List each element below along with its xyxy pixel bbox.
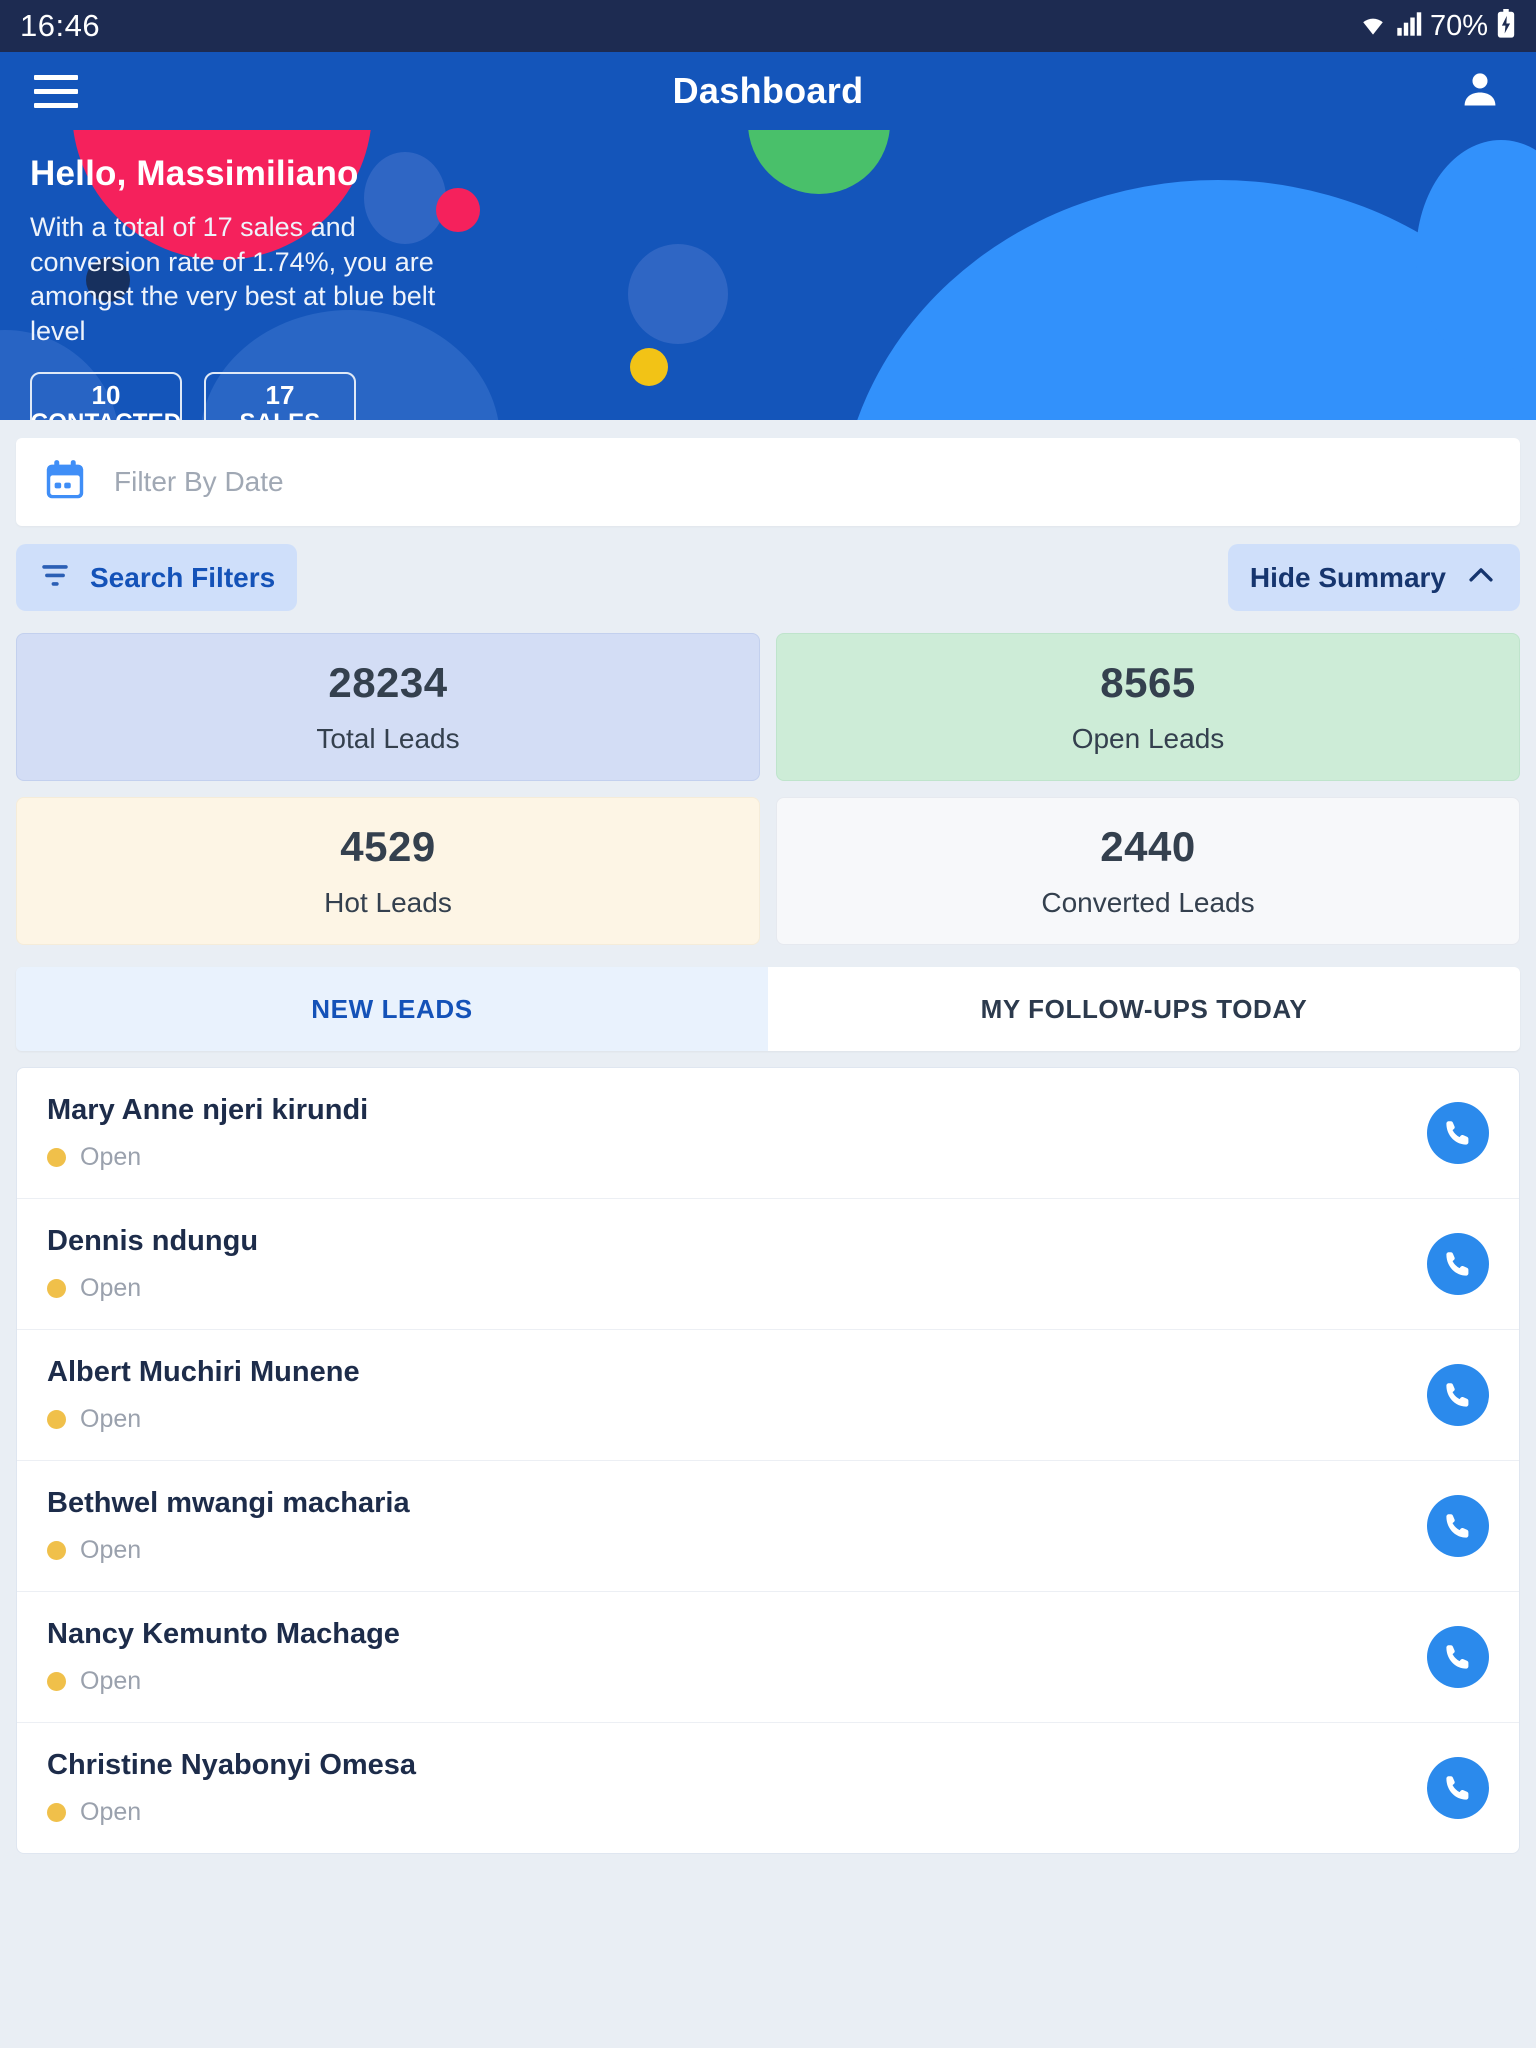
lead-status-text: Open [80,1274,142,1302]
summary-card-value: 28234 [328,659,448,706]
summary-card-hot-leads[interactable]: 4529 Hot Leads [16,797,760,945]
lead-info: Mary Anne njeri kirundi Open [47,1094,368,1172]
stat-pill-label: SALES [239,409,320,420]
lead-list-item[interactable]: Dennis ndungu Open [17,1199,1519,1330]
cellular-signal-icon [1396,11,1422,42]
summary-card-label: Converted Leads [1041,887,1255,918]
lead-status-text: Open [80,1536,142,1564]
lead-status-text: Open [80,1667,142,1695]
stat-pill-sales[interactable]: 17 SALES [204,372,356,420]
lead-name: Christine Nyabonyi Omesa [47,1749,417,1781]
lead-status: Open [47,1667,400,1696]
lead-name: Mary Anne njeri kirundi [47,1094,369,1126]
status-bar: 16:46 70% [0,0,1536,52]
lead-list-item[interactable]: Mary Anne njeri kirundi Open [17,1068,1519,1199]
summary-cards: 28234 Total Leads 8565 Open Leads 4529 H… [16,633,1520,945]
tab-new-leads[interactable]: NEW LEADS [16,967,768,1051]
status-dot-icon [47,1541,66,1560]
lead-info: Christine Nyabonyi Omesa Open [47,1749,416,1827]
lead-list-item[interactable]: Christine Nyabonyi Omesa Open [17,1723,1519,1853]
stat-pill-value: 17 [265,379,295,410]
lead-info: Albert Muchiri Munene Open [47,1356,360,1434]
calendar-icon [42,457,88,508]
filter-icon [38,558,72,597]
lead-list-item[interactable]: Nancy Kemunto Machage Open [17,1592,1519,1723]
hero-content: Hello, Massimiliano With a total of 17 s… [0,130,1536,420]
tab-my-followups-today[interactable]: MY FOLLOW-UPS TODAY [768,967,1520,1051]
app-screen: 16:46 70% Dashboard Hello, Massimiliano … [0,0,1536,2048]
battery-charging-icon [1496,8,1516,44]
lead-list-item[interactable]: Albert Muchiri Munene Open [17,1330,1519,1461]
hide-summary-button[interactable]: Hide Summary [1227,544,1520,611]
page-title: Dashboard [672,70,864,111]
lead-status-text: Open [80,1798,142,1826]
lead-status: Open [47,1536,410,1565]
lead-name: Bethwel mwangi macharia [47,1487,410,1519]
phone-call-icon[interactable] [1427,1757,1489,1819]
lead-info: Dennis ndungu Open [47,1225,258,1303]
lead-info: Nancy Kemunto Machage Open [47,1618,400,1696]
stat-pill-value: 10 [91,379,121,410]
phone-call-icon[interactable] [1427,1626,1489,1688]
lead-list: Mary Anne njeri kirundi Open Dennis ndun… [16,1067,1520,1854]
summary-card-label: Total Leads [316,723,460,754]
lead-info: Bethwel mwangi macharia Open [47,1487,410,1565]
summary-card-open-leads[interactable]: 8565 Open Leads [776,633,1520,781]
chevron-up-icon [1464,558,1498,597]
lead-status-text: Open [80,1143,142,1171]
filter-row: Search Filters Hide Summary [16,544,1520,611]
date-filter-placeholder: Filter By Date [114,466,284,497]
status-dot-icon [47,1803,66,1822]
greeting-subtitle: With a total of 17 sales and conversion … [30,212,436,346]
summary-card-value: 2440 [1100,823,1196,870]
lead-status: Open [47,1405,360,1434]
stat-pill-contacted[interactable]: 10 CONTACTED [30,372,182,420]
summary-card-value: 8565 [1100,659,1196,706]
stat-pill-label: CONTACTED [31,409,182,420]
hide-summary-label: Hide Summary [1249,561,1446,593]
lead-name: Nancy Kemunto Machage [47,1618,400,1650]
summary-card-value: 4529 [340,823,436,870]
search-filters-button[interactable]: Search Filters [16,544,298,611]
main-content: Filter By Date Search Filters Hide Summa… [0,420,1536,1854]
person-avatar-icon[interactable] [1458,67,1502,116]
status-bar-indicators: 70% [1358,8,1516,44]
date-filter-field[interactable]: Filter By Date [16,438,1520,526]
lead-status-text: Open [80,1405,142,1433]
phone-call-icon[interactable] [1427,1233,1489,1295]
summary-card-total-leads[interactable]: 28234 Total Leads [16,633,760,781]
hero-stat-pills: 10 CONTACTED 17 SALES [30,372,1506,420]
summary-card-label: Hot Leads [324,887,452,918]
phone-call-icon[interactable] [1427,1364,1489,1426]
phone-call-icon[interactable] [1427,1495,1489,1557]
status-dot-icon [47,1672,66,1691]
hamburger-menu-icon[interactable] [34,74,78,108]
battery-percentage: 70% [1429,9,1488,42]
lead-status: Open [47,1143,368,1172]
lead-name: Dennis ndungu [47,1225,259,1257]
app-bar: Dashboard [0,52,1536,130]
lead-status: Open [47,1798,416,1827]
summary-card-converted-leads[interactable]: 2440 Converted Leads [776,797,1520,945]
status-dot-icon [47,1279,66,1298]
status-bar-clock: 16:46 [20,8,101,43]
search-filters-label: Search Filters [90,561,276,593]
status-dot-icon [47,1148,66,1167]
lead-name: Albert Muchiri Munene [47,1356,360,1388]
hero-banner: Hello, Massimiliano With a total of 17 s… [0,130,1536,420]
status-dot-icon [47,1410,66,1429]
phone-call-icon[interactable] [1427,1102,1489,1164]
wifi-icon [1358,11,1388,42]
greeting-text: Hello, Massimiliano [30,154,359,193]
lead-tabs: NEW LEADS MY FOLLOW-UPS TODAY [16,967,1520,1051]
lead-status: Open [47,1274,258,1303]
lead-list-item[interactable]: Bethwel mwangi macharia Open [17,1461,1519,1592]
summary-card-label: Open Leads [1071,723,1225,754]
